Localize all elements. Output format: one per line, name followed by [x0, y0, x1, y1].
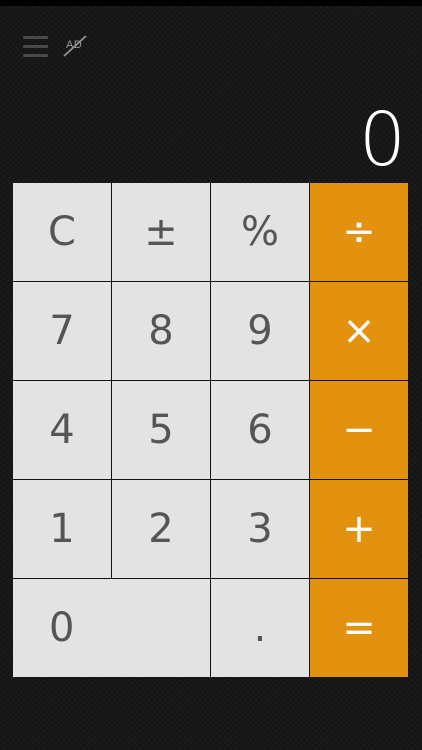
plus-minus-button[interactable]: ±	[112, 183, 210, 281]
digit-4-button[interactable]: 4	[13, 381, 111, 479]
digit-5-button[interactable]: 5	[112, 381, 210, 479]
equals-button[interactable]: =	[310, 579, 408, 677]
keypad: C ± % ÷ 7 8 9 × 4 5 6 − 1 2 3 + 0 . =	[13, 183, 408, 677]
divide-button[interactable]: ÷	[310, 183, 408, 281]
digit-9-button[interactable]: 9	[211, 282, 309, 380]
digit-1-button[interactable]: 1	[13, 480, 111, 578]
clear-button[interactable]: C	[13, 183, 111, 281]
minus-button[interactable]: −	[310, 381, 408, 479]
hamburger-menu-icon[interactable]	[23, 36, 48, 58]
result-display: 0	[358, 97, 406, 183]
decimal-button[interactable]: .	[211, 579, 309, 677]
digit-6-button[interactable]: 6	[211, 381, 309, 479]
digit-7-button[interactable]: 7	[13, 282, 111, 380]
percent-button[interactable]: %	[211, 183, 309, 281]
digit-3-button[interactable]: 3	[211, 480, 309, 578]
status-bar	[0, 0, 422, 6]
digit-8-button[interactable]: 8	[112, 282, 210, 380]
plus-button[interactable]: +	[310, 480, 408, 578]
strike-through-icon	[63, 35, 87, 57]
digit-2-button[interactable]: 2	[112, 480, 210, 578]
multiply-button[interactable]: ×	[310, 282, 408, 380]
digit-0-button[interactable]: 0	[13, 579, 210, 677]
remove-ads-button[interactable]: AD	[62, 34, 90, 58]
